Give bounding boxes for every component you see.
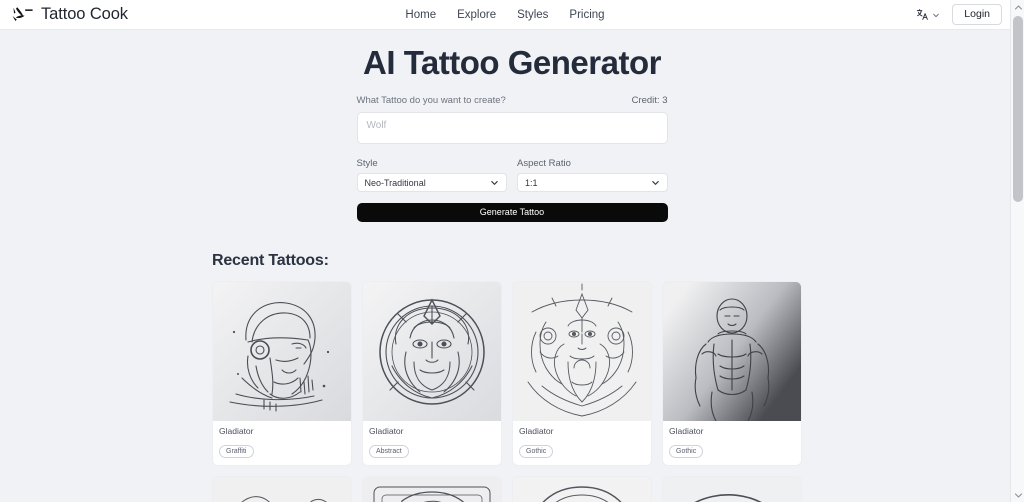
chevron-down-icon xyxy=(490,174,499,192)
nav-item-explore[interactable]: Explore xyxy=(457,9,496,21)
nav-item-pricing[interactable]: Pricing xyxy=(569,9,604,21)
tattoo-card-title: Gladiator xyxy=(519,426,554,436)
style-field: Style Neo-Traditional xyxy=(356,158,507,192)
prompt-question-label: What Tattoo do you want to create? xyxy=(356,95,506,106)
prompt-input[interactable] xyxy=(356,112,668,144)
tattoo-image xyxy=(663,477,801,502)
tattoo-card[interactable]: Gladiator Gothic xyxy=(662,281,802,467)
aspect-ratio-select[interactable]: 1:1 xyxy=(517,173,668,192)
recent-tattoos-section: Recent Tattoos: Gladiator Graffiti Gladi… xyxy=(212,252,812,502)
tattoo-card[interactable] xyxy=(212,476,352,502)
brand-logo-link[interactable]: Tattoo Cook xyxy=(10,5,128,25)
tattoo-image xyxy=(513,282,651,421)
tattoo-card[interactable]: Gladiator Graffiti xyxy=(212,281,352,467)
generate-tattoo-button[interactable]: Generate Tattoo xyxy=(356,203,668,222)
tattoo-card[interactable] xyxy=(362,476,502,502)
tattoo-image xyxy=(663,282,801,421)
aspect-ratio-field: Aspect Ratio 1:1 xyxy=(517,158,668,192)
scrollbar-up-arrow-icon[interactable] xyxy=(1011,0,1024,14)
tattoo-card-tag: Graffiti xyxy=(219,445,254,459)
language-selector[interactable] xyxy=(914,6,942,23)
style-select-value: Neo-Traditional xyxy=(364,177,426,188)
tattoo-card-body: Gladiator Gothic xyxy=(513,421,651,465)
tattoo-image xyxy=(213,477,351,502)
tattoo-card-tag: Gothic xyxy=(669,445,704,459)
brush-strokes-icon xyxy=(10,5,34,25)
aspect-ratio-select-value: 1:1 xyxy=(525,177,538,188)
tattoo-card-grid: Gladiator Graffiti Gladiator Abstract Gl… xyxy=(212,281,812,502)
site-header: Tattoo Cook Home Explore Styles Pricing xyxy=(0,0,1010,30)
scrollbar-down-arrow-icon[interactable] xyxy=(1011,488,1024,502)
chevron-down-icon xyxy=(932,11,940,19)
tattoo-card[interactable]: Gladiator Abstract xyxy=(362,281,502,467)
form-top-row: What Tattoo do you want to create? Credi… xyxy=(357,95,668,106)
header-actions: Login xyxy=(914,4,1002,25)
tattoo-card-title: Gladiator xyxy=(369,426,404,436)
tattoo-card[interactable] xyxy=(512,476,652,502)
nav-item-styles[interactable]: Styles xyxy=(517,9,548,21)
tattoo-card[interactable]: Gladiator Gothic xyxy=(512,281,652,467)
credit-counter: Credit: 3 xyxy=(631,95,668,106)
page-scrollbar[interactable] xyxy=(1010,0,1024,502)
tattoo-card-body: Gladiator Gothic xyxy=(663,421,801,465)
tattoo-image xyxy=(213,282,351,421)
tattoo-card-title: Gladiator xyxy=(219,426,254,436)
page-root: Tattoo Cook Home Explore Styles Pricing xyxy=(0,0,1024,502)
tattoo-card-body: Gladiator Abstract xyxy=(363,421,501,465)
translate-icon xyxy=(916,8,929,21)
style-select[interactable]: Neo-Traditional xyxy=(356,173,507,192)
nav-item-home[interactable]: Home xyxy=(405,9,436,21)
tattoo-card-body: Gladiator Graffiti xyxy=(213,421,351,465)
style-label: Style xyxy=(356,158,378,169)
login-button[interactable]: Login xyxy=(952,4,1002,25)
brand-name: Tattoo Cook xyxy=(41,5,128,23)
select-row: Style Neo-Traditional Aspect Ratio 1:1 xyxy=(356,158,668,192)
main-navigation: Home Explore Styles Pricing xyxy=(405,9,604,21)
chevron-down-icon xyxy=(651,174,660,192)
tattoo-card[interactable] xyxy=(662,476,802,502)
tattoo-image xyxy=(363,477,501,502)
page-title: AI Tattoo Generator xyxy=(363,44,661,81)
tattoo-image xyxy=(513,477,651,502)
tattoo-card-tag: Abstract xyxy=(369,445,409,459)
generator-form: What Tattoo do you want to create? Credi… xyxy=(356,95,668,222)
tattoo-card-title: Gladiator xyxy=(669,426,704,436)
recent-tattoos-heading: Recent Tattoos: xyxy=(212,252,329,269)
tattoo-image xyxy=(363,282,501,421)
scrollbar-thumb[interactable] xyxy=(1013,16,1023,202)
tattoo-card-tag: Gothic xyxy=(519,445,554,459)
aspect-ratio-label: Aspect Ratio xyxy=(517,158,571,169)
